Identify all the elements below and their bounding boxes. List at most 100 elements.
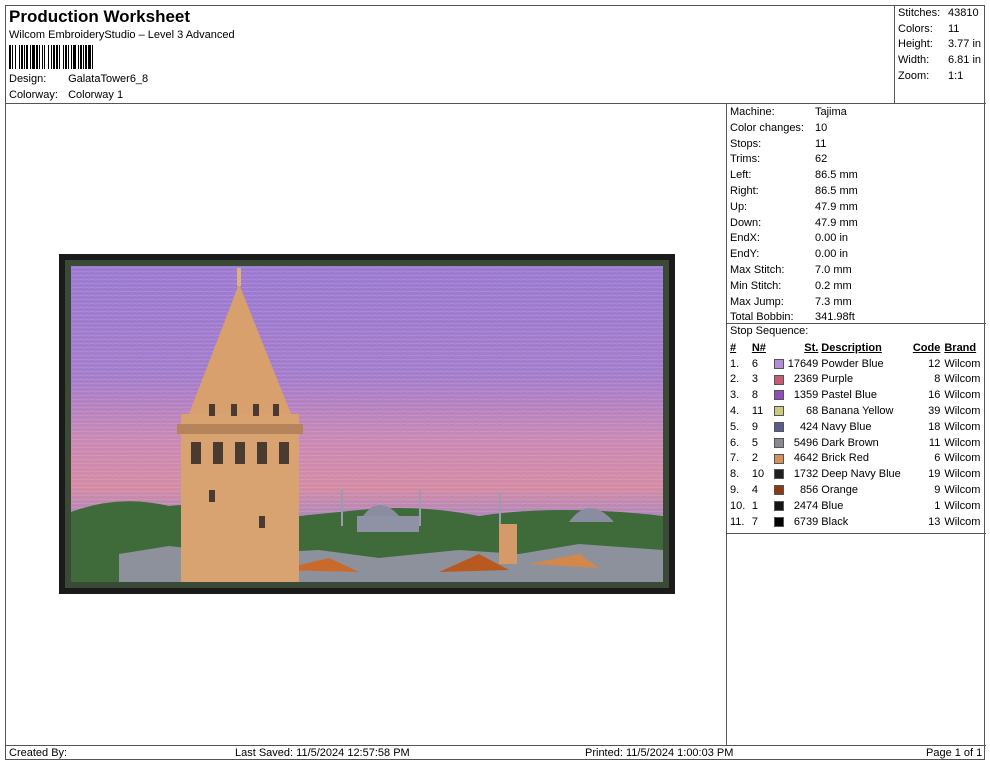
table-row: 10. 1 2474 Blue 1 Wilcom [730, 498, 984, 514]
embroidery-design-image [59, 254, 675, 594]
stat-label: Max Stitch: [730, 263, 785, 276]
row-code: 13 [928, 515, 941, 528]
table-row: 7. 2 4642 Brick Red 6 Wilcom [730, 451, 984, 467]
row-num: 2. [730, 373, 740, 386]
row-stitches: 2474 [793, 499, 819, 512]
row-description: Brick Red [821, 452, 869, 465]
stop-rows: 1. 6 17649 Powder Blue 12 Wilcom 2. 3 2369 Purple… [730, 356, 984, 530]
row-needle: 6 [751, 357, 758, 370]
stat-row: Left: 86.5 mm [730, 169, 986, 185]
row-num: 7. [730, 452, 740, 465]
stat-label: Up: [730, 200, 748, 213]
stat-label: EndX: [730, 232, 760, 245]
stat-label: Max Jump: [730, 295, 784, 308]
colorway-row: Colorway: Colorway 1 [9, 89, 123, 101]
stat-row: Trims: 62 [730, 153, 986, 169]
row-brand: Wilcom [944, 515, 981, 528]
row-needle: 10 [751, 468, 765, 481]
row-num: 1. [730, 357, 740, 370]
row-description: Powder Blue [821, 357, 884, 370]
color-swatch [773, 468, 788, 480]
stop-sequence-title: Stop Sequence: [727, 323, 986, 339]
stat-row: Stops: 11 [730, 138, 986, 154]
row-needle: 4 [751, 484, 758, 497]
row-num: 3. [730, 389, 740, 402]
row-brand: Wilcom [944, 405, 981, 418]
stat-label: Color changes: [730, 121, 804, 134]
row-brand: Wilcom [944, 468, 981, 481]
table-row: 9. 4 856 Orange 9 Wilcom [730, 482, 984, 498]
row-code: 9 [934, 484, 941, 497]
stat-value: 86.5 mm [815, 169, 858, 182]
row-num: 9. [730, 484, 740, 497]
row-description: Purple [821, 373, 854, 386]
summary-value: 1:1 [948, 69, 964, 82]
row-description: Orange [821, 484, 858, 497]
row-brand: Wilcom [944, 436, 981, 449]
summary-row: Height: 3.77 in [898, 38, 986, 54]
row-needle: 11 [751, 405, 764, 418]
row-stitches: 2369 [793, 373, 819, 386]
stat-value: 7.3 mm [815, 295, 852, 308]
stat-label: Machine: [730, 106, 775, 118]
stats-list: Machine: Tajima Color changes: 10 Stops: 11 Tr… [727, 104, 986, 327]
stat-row: Max Jump: 7.3 mm [730, 296, 986, 312]
color-swatch [773, 516, 788, 528]
row-num: 10. [730, 499, 746, 512]
row-needle: 3 [751, 373, 758, 386]
summary-value: 6.81 in [948, 54, 982, 67]
color-swatch [773, 484, 788, 496]
row-stitches: 68 [806, 405, 819, 418]
design-value: GalataTower6_8 [68, 73, 149, 85]
summary-value: 43810 [948, 7, 979, 19]
row-brand: Wilcom [944, 357, 981, 370]
table-header: # N# St. Description Code Brand [730, 340, 984, 356]
row-needle: 8 [751, 389, 758, 402]
summary-row: Width: 6.81 in [898, 54, 986, 70]
row-stitches: 424 [799, 420, 819, 433]
printed-date: Printed: 11/5/2024 1:00:03 PM [585, 747, 734, 759]
stat-label: Right: [730, 184, 759, 197]
row-code: 19 [928, 468, 941, 481]
row-code: 8 [934, 373, 941, 386]
row-description: Deep Navy Blue [821, 468, 901, 481]
row-description: Banana Yellow [821, 405, 894, 418]
col-code: Code [912, 341, 941, 354]
stat-value: 47.9 mm [815, 200, 858, 213]
color-swatch [773, 389, 788, 401]
row-description: Dark Brown [821, 436, 879, 449]
row-code: 39 [928, 405, 941, 418]
stat-row: Min Stitch: 0.2 mm [730, 280, 986, 296]
color-swatch [773, 500, 788, 512]
row-needle: 2 [751, 452, 758, 465]
stat-row: EndX: 0.00 in [730, 232, 986, 248]
stat-value: 47.9 mm [815, 216, 858, 229]
summary-label: Colors: [898, 22, 933, 35]
summary-value: 11 [948, 22, 960, 35]
row-num: 11. [730, 515, 745, 528]
row-stitches: 1732 [793, 468, 819, 481]
stat-row: Color changes: 10 [730, 122, 986, 138]
row-stitches: 856 [799, 484, 819, 497]
table-row: 4. 11 68 Banana Yellow 39 Wilcom [730, 403, 984, 419]
stat-label: Down: [730, 216, 762, 229]
design-label: Design: [9, 73, 47, 85]
page-title: Production Worksheet [9, 7, 191, 26]
stat-value: 62 [815, 153, 828, 166]
color-swatch [773, 452, 788, 464]
table-row: 5. 9 424 Navy Blue 18 Wilcom [730, 419, 984, 435]
row-num: 4. [730, 405, 740, 418]
last-saved: Last Saved: 11/5/2024 12:57:58 PM [235, 747, 410, 759]
color-swatch [773, 373, 788, 385]
stat-value: 0.00 in [815, 248, 849, 261]
stat-row: Right: 86.5 mm [730, 185, 986, 201]
table-row: 2. 3 2369 Purple 8 Wilcom [730, 372, 984, 388]
row-description: Pastel Blue [821, 389, 877, 402]
stop-sequence-table: # N# St. Description Code Brand 1. 6 17649… [730, 340, 984, 530]
row-code: 18 [928, 420, 941, 433]
row-stitches: 1359 [793, 389, 819, 402]
summary-label: Zoom: [898, 69, 930, 82]
col-description: Description [821, 341, 882, 354]
row-description: Blue [821, 499, 844, 512]
row-brand: Wilcom [944, 499, 981, 512]
